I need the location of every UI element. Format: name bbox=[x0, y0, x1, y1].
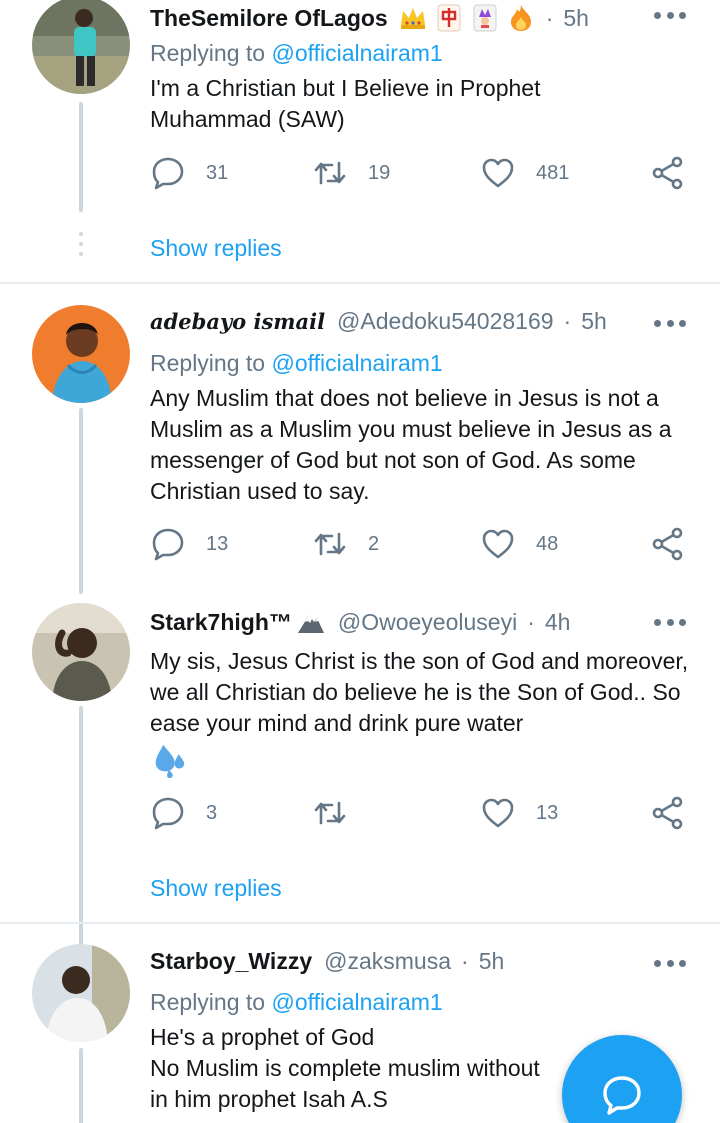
snow-mountain-emoji bbox=[297, 615, 324, 633]
fire-emoji bbox=[510, 5, 531, 31]
display-name[interactable]: Stark7high™ bbox=[150, 609, 292, 636]
tweet-text: I'm a Christian but I Believe in Prophet… bbox=[150, 75, 541, 132]
tweet-1[interactable]: TheSemilore OfLagos · 5h Replying to @of… bbox=[0, 0, 720, 282]
mention-link[interactable]: @officialnairam1 bbox=[271, 989, 442, 1015]
reply-icon bbox=[152, 528, 184, 561]
avatar[interactable] bbox=[32, 603, 130, 701]
retweet-count: 19 bbox=[368, 161, 391, 184]
display-name[interactable]: adebayo ismail bbox=[150, 309, 325, 334]
avatar[interactable] bbox=[32, 305, 130, 403]
tweet-text: Any Muslim that does not believe in Jesu… bbox=[150, 385, 672, 504]
replying-to: Replying to @officialnairam1 bbox=[150, 40, 443, 66]
heart-icon bbox=[482, 158, 514, 188]
show-replies-link[interactable]: Show replies bbox=[150, 875, 282, 902]
reply-button[interactable]: 31 bbox=[150, 155, 228, 191]
reply-button[interactable]: 3 bbox=[150, 795, 217, 831]
crown-emoji bbox=[400, 8, 425, 29]
timestamp[interactable]: 5h bbox=[563, 5, 589, 32]
replying-to: Replying to @officialnairam1 bbox=[150, 989, 443, 1015]
mention-link[interactable]: @officialnairam1 bbox=[271, 40, 442, 66]
user-handle[interactable]: @zaksmusa bbox=[324, 948, 451, 975]
retweet-button[interactable]: 19 bbox=[312, 155, 390, 191]
reply-count: 13 bbox=[206, 532, 229, 555]
like-count: 48 bbox=[536, 532, 559, 555]
timestamp[interactable]: 4h bbox=[545, 609, 571, 636]
like-button[interactable]: 48 bbox=[480, 526, 558, 562]
share-icon bbox=[652, 156, 683, 190]
retweet-icon bbox=[314, 161, 346, 185]
more-options-icon[interactable] bbox=[654, 12, 686, 20]
timestamp[interactable]: 5h bbox=[479, 948, 505, 975]
display-name[interactable]: TheSemilore OfLagos bbox=[150, 5, 388, 32]
user-handle[interactable]: @Adedoku54028169 bbox=[337, 308, 553, 335]
retweet-icon bbox=[314, 801, 346, 825]
retweet-icon bbox=[314, 532, 346, 556]
replying-to: Replying to @officialnairam1 bbox=[150, 350, 443, 376]
reply-count: 31 bbox=[206, 161, 229, 184]
tweet-2[interactable]: adebayo ismail @Adedoku54028169 · 5h Rep… bbox=[0, 284, 720, 602]
share-button[interactable] bbox=[650, 155, 686, 191]
retweet-button[interactable]: 2 bbox=[312, 526, 379, 562]
tweet-3[interactable]: Stark7high™ @Owoeyeoluseyi · 4h My sis, … bbox=[0, 602, 720, 956]
reply-icon bbox=[152, 797, 184, 830]
compose-message-icon bbox=[603, 1076, 641, 1115]
more-options-icon[interactable] bbox=[654, 619, 686, 627]
like-button[interactable]: 13 bbox=[480, 795, 558, 831]
like-button[interactable]: 481 bbox=[480, 155, 569, 191]
user-handle[interactable]: @Owoeyeoluseyi bbox=[338, 609, 517, 636]
retweet-count: 2 bbox=[368, 532, 380, 555]
heart-icon bbox=[482, 798, 514, 828]
reply-button[interactable]: 13 bbox=[150, 526, 228, 562]
like-count: 481 bbox=[536, 161, 570, 184]
timestamp[interactable]: 5h bbox=[581, 308, 607, 335]
sweat-droplets-emoji bbox=[155, 744, 185, 779]
more-options-icon[interactable] bbox=[654, 320, 686, 328]
like-count: 13 bbox=[536, 801, 559, 824]
share-icon bbox=[652, 796, 683, 830]
retweet-button[interactable] bbox=[312, 795, 368, 831]
share-icon bbox=[652, 527, 683, 561]
share-button[interactable] bbox=[650, 526, 686, 562]
joker-card-emoji bbox=[473, 4, 497, 32]
mahjong-red-dragon-emoji bbox=[437, 4, 461, 32]
display-name[interactable]: Starboy_Wizzy bbox=[150, 948, 312, 975]
share-button[interactable] bbox=[650, 795, 686, 831]
avatar[interactable] bbox=[32, 0, 130, 94]
show-replies-link[interactable]: Show replies bbox=[150, 235, 282, 262]
reply-icon bbox=[152, 157, 184, 190]
mention-link[interactable]: @officialnairam1 bbox=[271, 350, 442, 376]
avatar[interactable] bbox=[32, 944, 130, 1042]
heart-icon bbox=[482, 529, 514, 559]
reply-count: 3 bbox=[206, 801, 218, 824]
more-options-icon[interactable] bbox=[654, 960, 686, 968]
tweet-text: My sis, Jesus Christ is the son of God a… bbox=[150, 646, 690, 787]
